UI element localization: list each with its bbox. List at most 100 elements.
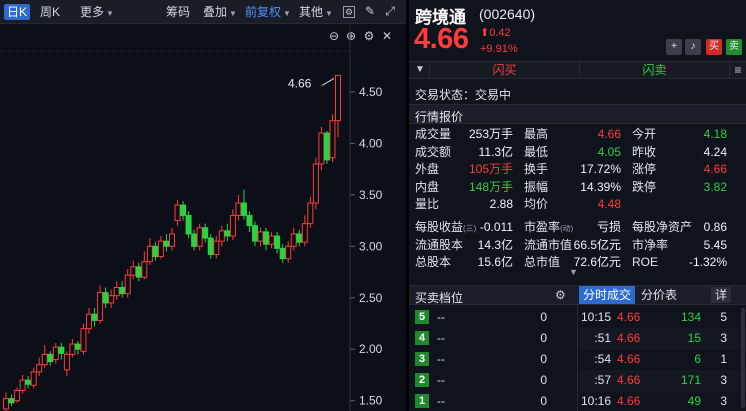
candle-body — [296, 233, 303, 243]
stat-value: -0.011 — [479, 220, 513, 234]
stat-value: 4.24 — [703, 144, 727, 159]
candle-body — [213, 240, 220, 256]
stat-label-text: 振幅 — [524, 179, 549, 194]
stat-label: 内盘 — [415, 179, 439, 196]
pen-icon[interactable]: ✎ — [362, 3, 378, 19]
candle-body — [274, 235, 281, 249]
candle — [279, 244, 286, 263]
orderbook-row[interactable]: 4 -- 0 — [415, 328, 575, 350]
trade-price: 4.66 — [617, 394, 641, 408]
trade-row: :51 4.66 15 3 — [579, 328, 746, 350]
candle — [157, 236, 164, 259]
candle — [235, 194, 242, 221]
stat-value: 4.18 — [703, 127, 727, 141]
quote-panel: 跨境通 (002640) 4.66 ⬆0.42 +9.91% + ♪ 买 卖 ▼… — [409, 0, 746, 411]
chevron-down-icon: ▼ — [106, 9, 114, 18]
level-price: -- — [437, 331, 445, 345]
stat-label: 换手 — [524, 161, 548, 178]
stat-label-text: 昨收 — [632, 144, 657, 159]
settings-box-icon[interactable]: ⚙ — [343, 6, 355, 18]
stat-value: 66.5亿元 — [573, 237, 621, 252]
tab-price-table[interactable]: 分价表 — [637, 286, 681, 304]
stat-label-text: 跌停 — [632, 179, 657, 194]
add-watchlist-icon[interactable]: + — [666, 39, 682, 55]
flash-sell-button[interactable]: 闪卖 — [579, 62, 729, 78]
y-tick-label: 4.00 — [359, 136, 383, 150]
trade-row: :57 4.66 171 3 — [579, 370, 746, 392]
candle — [8, 394, 15, 406]
candle — [301, 215, 308, 247]
stat-value: 105万手 — [468, 162, 513, 177]
orderbook-row[interactable]: 2 -- 0 — [415, 370, 575, 392]
chips-button[interactable]: 筹码 — [166, 4, 190, 20]
level-price: -- — [437, 394, 445, 408]
stat-label: 均价 — [524, 196, 548, 213]
candle — [191, 229, 198, 251]
menu-icon[interactable]: ≡ — [729, 62, 746, 78]
level-badge: 3 — [415, 352, 429, 366]
chevron-down-icon[interactable]: ▼ — [569, 267, 578, 277]
candle-body — [191, 233, 198, 247]
candle-body — [91, 313, 98, 321]
orderbook-row[interactable]: 1 -- 0 — [415, 391, 575, 411]
level-price: -- — [437, 373, 445, 387]
week-k-button[interactable]: 周K — [40, 4, 60, 20]
flash-buy-button[interactable]: 闪买 — [429, 62, 579, 78]
y-tick-label: 4.50 — [359, 85, 383, 99]
overlay-dropdown[interactable]: 叠加 ▼ — [203, 4, 237, 22]
candle-body — [329, 120, 336, 159]
tab-ticks[interactable]: 分时成交 — [579, 286, 636, 304]
candle-body — [279, 247, 286, 260]
buy-button[interactable]: 买 — [706, 39, 722, 55]
bell-icon[interactable]: ♪ — [685, 39, 701, 55]
expand-icon[interactable]: ⤢ — [382, 3, 398, 19]
price-change-pct: +9.91% — [480, 43, 518, 55]
sell-button[interactable]: 卖 — [726, 39, 742, 55]
trade-price: 4.66 — [617, 373, 641, 387]
level-qty: 0 — [540, 310, 547, 324]
candle — [296, 229, 303, 247]
candle-body — [301, 223, 308, 243]
orderbook-row[interactable]: 3 -- 0 — [415, 349, 575, 371]
candle-body — [202, 227, 209, 239]
trade-price: 4.66 — [617, 331, 641, 345]
other-dropdown[interactable]: 其他 ▼ — [299, 4, 333, 22]
trade-count: 1 — [720, 352, 727, 366]
candle — [74, 341, 81, 355]
candle-body — [240, 202, 247, 216]
candle — [246, 211, 253, 232]
candle — [307, 196, 314, 228]
detail-button[interactable]: 详 — [711, 287, 732, 303]
more-periods-dropdown[interactable]: 更多 ▼ — [80, 4, 114, 22]
stat-value: 亏损 — [596, 220, 621, 234]
stat-label-text: 外盘 — [415, 162, 440, 177]
quote-section-header: 行情报价 — [409, 104, 746, 124]
stat-label: 跌停 — [632, 179, 656, 196]
collapse-icon[interactable]: ▼ — [411, 62, 429, 78]
trade-volume: 6 — [694, 352, 701, 366]
flash-trade-bar: ▼ 闪买 闪卖 ≡ — [409, 61, 746, 79]
candle — [97, 285, 104, 324]
candle-body — [97, 292, 104, 321]
adjust-dropdown[interactable]: 前复权 ▼ — [245, 4, 291, 22]
stat-value: 72.6亿元 — [573, 255, 621, 270]
candle-body — [257, 231, 264, 242]
candlestick-chart[interactable]: 4.50 4.00 3.50 3.00 2.50 2.00 1.50 4.66 — [0, 25, 406, 411]
candle-body — [47, 353, 54, 363]
overlay-label: 叠加 — [203, 5, 228, 19]
trade-count: 3 — [720, 394, 727, 408]
stat-label-text: 均价 — [524, 197, 549, 212]
candle-body — [25, 379, 32, 385]
gear-icon[interactable]: ⚙ — [555, 288, 566, 302]
orderbook-row[interactable]: 5 -- 0 — [415, 307, 575, 329]
candle — [218, 225, 225, 247]
candle — [290, 227, 297, 251]
candle-body — [246, 214, 253, 227]
stat-value: 4.66 — [597, 127, 621, 141]
day-k-button[interactable]: 日K — [4, 4, 31, 20]
candle-body — [63, 353, 70, 371]
orderbook-header: 买卖档位 ⚙ — [409, 285, 577, 305]
scrollbar[interactable] — [741, 308, 745, 408]
candle — [318, 126, 325, 171]
candle-body — [86, 313, 92, 330]
